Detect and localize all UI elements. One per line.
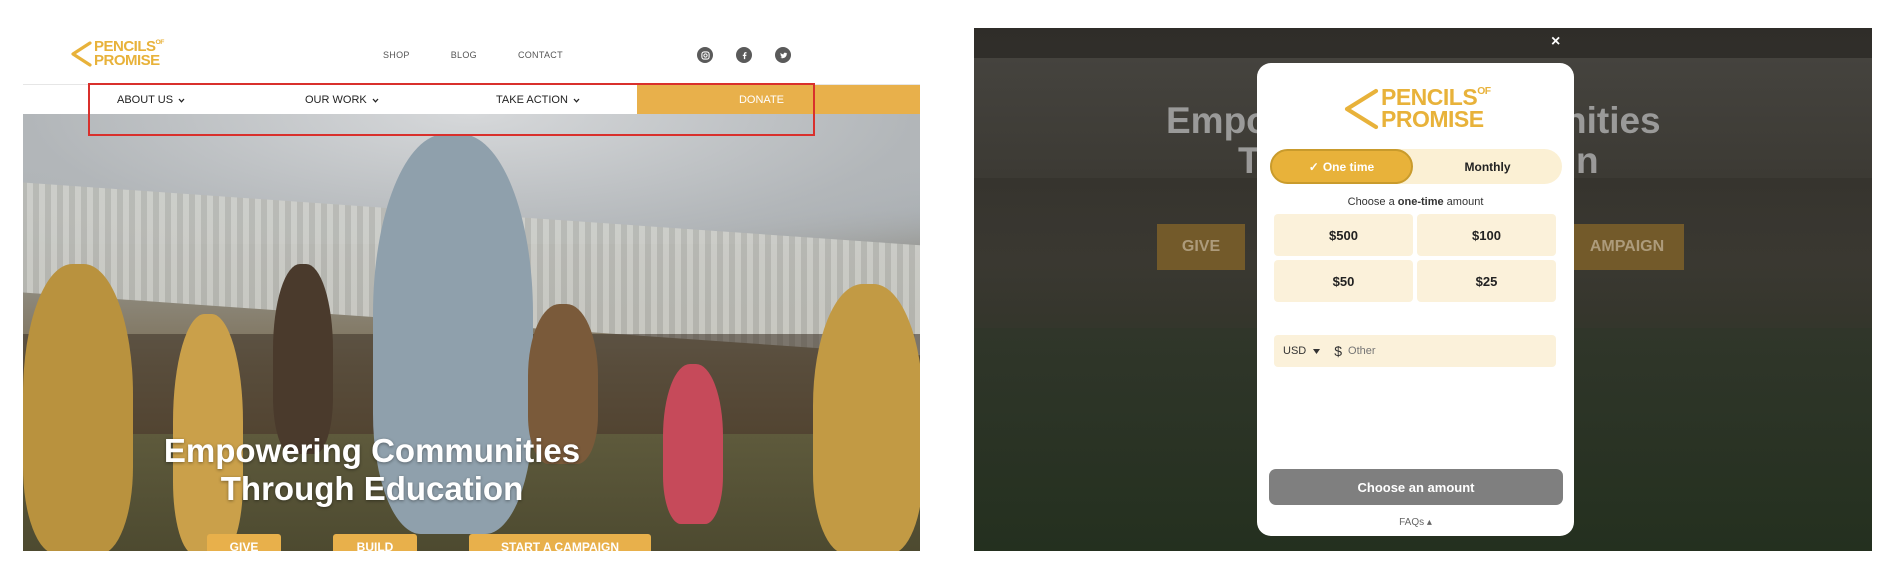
hero-figure (813, 284, 920, 551)
other-amount-row: USD $ (1274, 335, 1556, 367)
instagram-icon[interactable] (697, 47, 713, 63)
logo-chevron-icon (71, 41, 92, 67)
nav-about-us[interactable]: ABOUT US (117, 94, 185, 106)
choose-amount-text: Choose a one-time amount (1347, 196, 1484, 208)
hero-title-line1: Empowering Communities (163, 432, 581, 469)
donation-modal: PENCILSOF PROMISE ✓ One time Monthly Cho… (1257, 63, 1574, 536)
one-time-option[interactable]: ✓ One time (1270, 149, 1413, 184)
top-bar: PENCILSOF PROMISE SHOP BLOG CONTACT (23, 28, 920, 82)
give-button[interactable]: GIVE (207, 534, 281, 551)
check-icon: ✓ (1308, 159, 1319, 174)
start-campaign-button[interactable]: START A CAMPAIGN (469, 534, 651, 551)
overlay-bg-title-row2-right: n (1576, 140, 1599, 181)
choose-amount-button[interactable]: Choose an amount (1269, 469, 1563, 505)
caret-down-icon (1313, 348, 1321, 354)
logo-wordmark: PENCILSOF PROMISE (94, 38, 164, 70)
currency-label: USD (1283, 345, 1307, 357)
currency-symbol: $ (1334, 343, 1343, 359)
nav-about-us-label: ABOUT US (117, 94, 174, 106)
screenshot-stage: PENCILSOF PROMISE SHOP BLOG CONTACT ABOU… (0, 0, 1884, 562)
website-panel: PENCILSOF PROMISE SHOP BLOG CONTACT ABOU… (23, 28, 920, 551)
blog-link[interactable]: BLOG (451, 50, 477, 60)
nav-our-work-label: OUR WORK (305, 94, 367, 106)
donate-button[interactable]: DONATE (637, 85, 920, 115)
frequency-toggle: ✓ One time Monthly (1270, 149, 1562, 184)
amount-100-button[interactable]: $100 (1417, 214, 1556, 256)
nav-our-work[interactable]: OUR WORK (305, 94, 379, 106)
close-icon[interactable]: × (1551, 33, 1560, 51)
main-nav: ABOUT US OUR WORK TAKE ACTION DONATE (23, 84, 920, 115)
modal-logo: PENCILSOF PROMISE (1343, 84, 1491, 132)
nav-take-action[interactable]: TAKE ACTION (496, 94, 580, 106)
overlay-bg-give-button: GIVE (1157, 224, 1245, 270)
faqs-link[interactable]: FAQs ▴ (1257, 517, 1574, 528)
overlay-bg-title-right: nities (1564, 100, 1661, 141)
other-amount-input[interactable] (1348, 345, 1499, 357)
hero-title-line2: Through Education (220, 470, 524, 507)
facebook-icon[interactable] (736, 47, 752, 63)
twitter-icon[interactable] (775, 47, 791, 63)
one-time-label: One time (1322, 159, 1375, 174)
chevron-down-icon (573, 98, 580, 103)
amount-500-button[interactable]: $500 (1274, 214, 1413, 256)
amount-25-button[interactable]: $25 (1417, 260, 1556, 302)
monthly-option[interactable]: Monthly (1413, 149, 1562, 184)
social-links (697, 47, 791, 63)
site-logo[interactable]: PENCILSOF PROMISE (70, 38, 164, 70)
nav-take-action-label: TAKE ACTION (496, 94, 568, 106)
hero-title: Empowering Communities Through Education (23, 432, 721, 508)
hero-section: Empowering Communities Through Education… (23, 114, 920, 551)
modal-logo-wordmark: PENCILSOF PROMISE (1381, 84, 1491, 132)
donation-overlay-panel: Empo nities T n GIVE AMPAIGN × PENCILSOF… (974, 28, 1872, 551)
logo-chevron-icon (1344, 88, 1379, 129)
overlay-bg-title-left: Empo (1166, 100, 1269, 141)
build-button[interactable]: BUILD (333, 534, 417, 551)
currency-select[interactable]: USD (1283, 345, 1321, 357)
chevron-down-icon (372, 98, 379, 103)
overlay-bg-campaign-button: AMPAIGN (1570, 224, 1684, 270)
shop-link[interactable]: SHOP (383, 50, 410, 60)
amount-50-button[interactable]: $50 (1274, 260, 1413, 302)
chevron-down-icon (178, 98, 185, 103)
utility-links: SHOP BLOG CONTACT (383, 50, 563, 60)
hero-figure (273, 264, 333, 454)
contact-link[interactable]: CONTACT (518, 50, 563, 60)
